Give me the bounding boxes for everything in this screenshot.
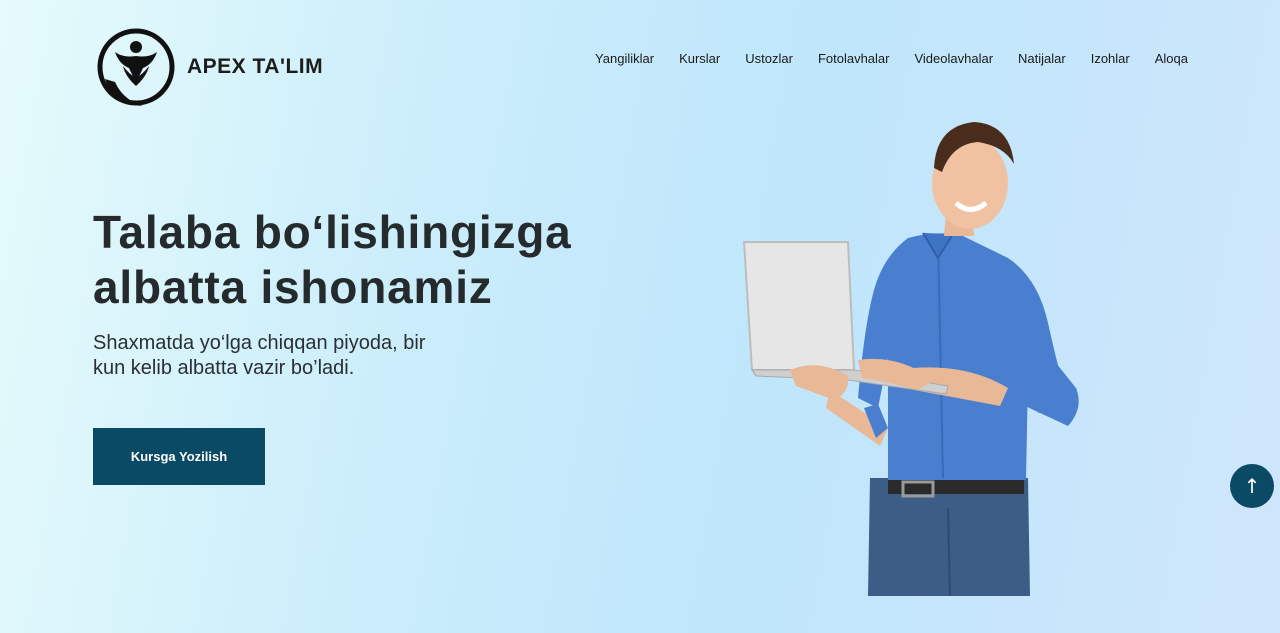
hero-subtitle: Shaxmatda yo‘lga chiqqan piyoda, bir kun… (93, 332, 426, 379)
nav-item-aloqa[interactable]: Aloqa (1155, 51, 1188, 66)
lotus-person-logo-icon (97, 28, 175, 106)
hero-title: Talaba bo‘lishingizga albatta ishonamiz (93, 206, 572, 313)
main-nav: Yangiliklar Kurslar Ustozlar Fotolavhala… (595, 51, 1188, 66)
nav-item-videolavhalar[interactable]: Videolavhalar (914, 51, 993, 66)
nav-item-natijalar[interactable]: Natijalar (1018, 51, 1066, 66)
brand-name: APEX TA'LIM (187, 55, 324, 78)
nav-item-izohlar[interactable]: Izohlar (1091, 51, 1130, 66)
nav-item-yangiliklar[interactable]: Yangiliklar (595, 51, 654, 66)
enroll-button[interactable]: Kursga Yozilish (93, 428, 265, 485)
nav-item-ustozlar[interactable]: Ustozlar (745, 51, 793, 66)
scroll-to-top-button[interactable]: ↑ (1230, 464, 1274, 508)
arrow-up-icon: ↑ (1243, 474, 1261, 498)
nav-item-fotolavhalar[interactable]: Fotolavhalar (818, 51, 890, 66)
nav-item-kurslar[interactable]: Kurslar (679, 51, 720, 66)
hero-person-with-laptop-image (742, 122, 1079, 597)
brand-logo[interactable]: APEX TA'LIM (93, 24, 323, 110)
